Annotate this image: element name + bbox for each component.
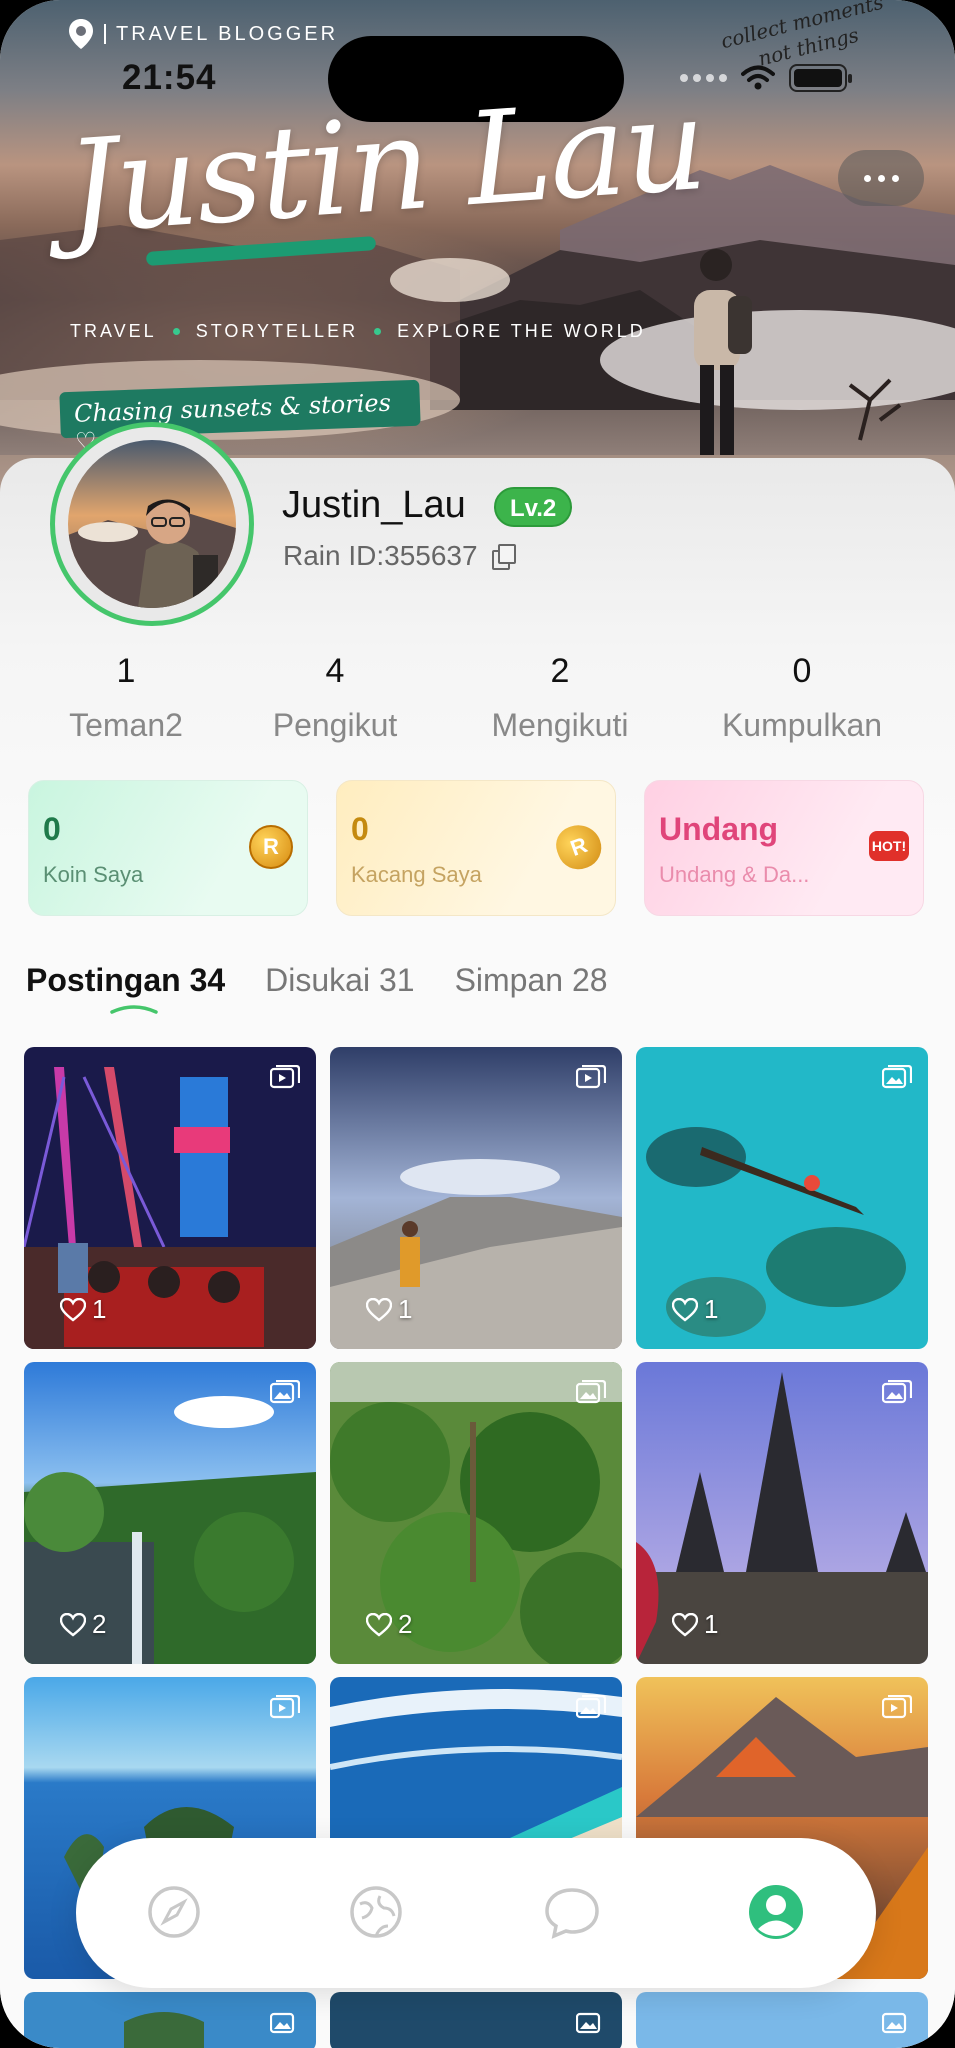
stat-collections[interactable]: 0 Kumpulkan [712, 652, 892, 744]
post-tile[interactable] [330, 1992, 622, 2048]
invite-card[interactable]: Undang Undang & Da... HOT! [644, 780, 924, 916]
image-icon [576, 1695, 606, 1719]
image-icon [882, 1380, 912, 1404]
rain-id: Rain ID:355637 [283, 540, 478, 571]
tab-active-indicator [110, 1005, 158, 1014]
compass-icon[interactable] [144, 1882, 204, 1942]
status-time: 21:54 [122, 58, 217, 97]
tagline-item: EXPLORE THE WORLD [397, 321, 646, 341]
heart-icon [672, 1297, 698, 1322]
post-likes: 2 [60, 1609, 106, 1640]
image-icon [576, 1380, 606, 1404]
tagline-item: TRAVEL [70, 321, 157, 341]
avatar-image [68, 440, 236, 608]
coins-card[interactable]: 0 Koin Saya R [28, 780, 308, 916]
image-icon [882, 2012, 907, 2034]
heart-icon [672, 1612, 698, 1637]
wifi-icon [741, 65, 775, 90]
image-icon [270, 2012, 295, 2034]
stat-label: Mengikuti [491, 707, 629, 743]
video-icon [882, 1695, 912, 1719]
rain-id-row: Rain ID:355637 [283, 540, 516, 572]
stat-label: Kumpulkan [721, 707, 883, 743]
stat-value: 1 [116, 652, 136, 690]
post-tile[interactable]: 1 [330, 1047, 622, 1349]
video-icon [270, 1065, 300, 1089]
profile-username: Justin_Lau [282, 484, 466, 526]
post-likes: 1 [60, 1294, 106, 1325]
beans-card[interactable]: 0 Kacang Saya R [336, 780, 616, 916]
likes-count: 1 [398, 1294, 413, 1324]
hero-location-row: TRAVEL BLOGGER [68, 18, 338, 50]
battery-icon [789, 64, 852, 92]
post-tile[interactable]: 1 [636, 1047, 928, 1349]
avatar[interactable] [50, 422, 254, 626]
stat-label: Teman2 [69, 707, 183, 743]
stat-label: Pengikut [272, 707, 398, 743]
more-options-button[interactable] [838, 150, 924, 206]
stat-followers[interactable]: 4 Pengikut [260, 652, 410, 744]
bottom-navigation [76, 1838, 876, 1988]
copy-icon[interactable] [491, 544, 516, 570]
heart-icon [366, 1612, 392, 1637]
tab-saved[interactable]: Simpan 28 [455, 962, 608, 999]
post-tile[interactable]: 1 [24, 1047, 316, 1349]
profile-icon[interactable] [746, 1882, 806, 1942]
post-likes: 2 [366, 1609, 412, 1640]
tab-liked[interactable]: Disukai 31 [265, 962, 414, 999]
image-icon [882, 1065, 912, 1089]
profile-stats: 1 Teman2 4 Pengikut 2 Mengikuti 0 Kumpul… [0, 652, 955, 752]
likes-count: 1 [704, 1609, 719, 1639]
content-tabs: Postingan 34 Disukai 31 Simpan 28 [26, 962, 608, 999]
tagline-item: STORYTELLER [195, 321, 359, 341]
post-tile[interactable]: 2 [24, 1362, 316, 1664]
screen: TRAVEL BLOGGER 21:54 collect moments not … [0, 0, 955, 2048]
chat-icon[interactable] [542, 1882, 602, 1942]
likes-count: 1 [704, 1294, 719, 1324]
post-tile[interactable]: 1 [636, 1362, 928, 1664]
hero-tagline: TRAVEL STORYTELLER EXPLORE THE WORLD [70, 321, 646, 342]
image-icon [270, 1380, 300, 1404]
globe-icon[interactable] [346, 1882, 406, 1942]
post-tile[interactable]: 2 [330, 1362, 622, 1664]
status-icons [680, 64, 852, 92]
divider [104, 24, 106, 44]
likes-count: 2 [398, 1609, 413, 1639]
image-icon [576, 2012, 601, 2034]
heart-icon [366, 1297, 392, 1322]
coin-icon: R [249, 825, 293, 869]
heart-icon [60, 1612, 86, 1637]
likes-count: 1 [92, 1294, 107, 1324]
video-icon [270, 1695, 300, 1719]
stat-value: 4 [325, 652, 345, 690]
hot-fire-icon: HOT! [869, 831, 909, 861]
video-icon [576, 1065, 606, 1089]
stat-value: 0 [792, 652, 812, 690]
post-likes: 1 [366, 1294, 412, 1325]
invite-label: Undang & Da... [659, 862, 810, 887]
post-tile[interactable] [636, 1992, 928, 2048]
stat-value: 2 [550, 652, 570, 690]
post-tile[interactable] [24, 1992, 316, 2048]
location-label: TRAVEL BLOGGER [116, 22, 339, 45]
likes-count: 2 [92, 1609, 107, 1639]
beans-label: Kacang Saya [351, 862, 482, 887]
heart-icon [60, 1297, 86, 1322]
stat-following[interactable]: 2 Mengikuti [480, 652, 640, 744]
level-badge: Lv.2 [494, 487, 573, 527]
post-likes: 1 [672, 1294, 718, 1325]
coins-label: Koin Saya [43, 862, 144, 887]
post-likes: 1 [672, 1609, 718, 1640]
location-pin-icon [69, 19, 93, 49]
stat-friends[interactable]: 1 Teman2 [66, 652, 186, 744]
tab-posts[interactable]: Postingan 34 [26, 962, 225, 999]
